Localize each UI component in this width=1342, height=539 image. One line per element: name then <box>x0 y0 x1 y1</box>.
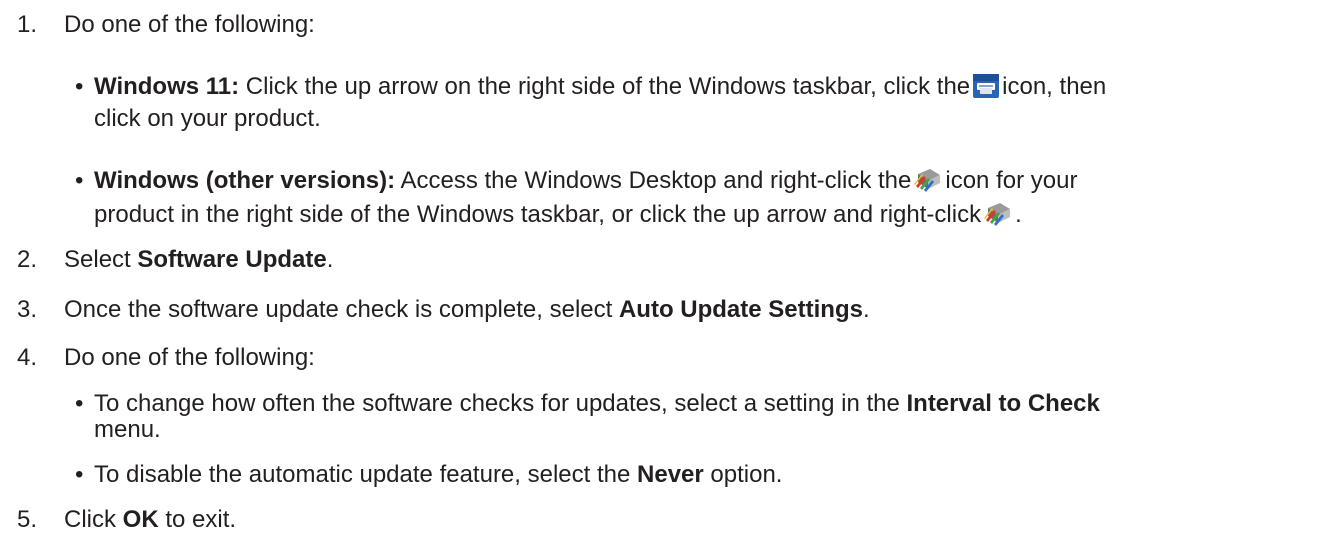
step-text: Click OK to exit. <box>64 506 237 533</box>
document-page: 1. Do one of the following: • Windows 11… <box>0 0 1342 539</box>
step-number: 4. <box>17 344 38 371</box>
epson-software-updater-icon <box>914 166 942 200</box>
step-number: 3. <box>17 296 38 323</box>
bullet-marker: • <box>75 390 84 417</box>
bullet-heading: Windows 11: <box>94 73 240 100</box>
bullet-text: To disable the automatic update feature,… <box>94 461 783 488</box>
step-number: 2. <box>17 246 38 273</box>
bullet-text-line2: menu. <box>94 416 161 443</box>
step-text: Do one of the following: <box>64 11 315 38</box>
bullet-text-line2: product in the right side of the Windows… <box>94 200 1022 234</box>
bullet-text-line2: click on your product. <box>94 105 321 132</box>
bullet-marker: • <box>75 167 84 194</box>
bullet-text: Windows 11: Click the up arrow on the ri… <box>94 72 1106 106</box>
bullet-text: To change how often the software checks … <box>94 390 1100 417</box>
bullet-text: Windows (other versions): Access the Win… <box>94 166 1077 200</box>
bullet-marker: • <box>75 73 84 100</box>
step-number: 5. <box>17 506 38 533</box>
bullet-heading: Windows (other versions): <box>94 167 396 194</box>
bullet-marker: • <box>75 461 84 488</box>
step-text: Once the software update check is comple… <box>64 296 870 323</box>
epson-software-updater-icon <box>984 200 1012 234</box>
step-text: Select Software Update. <box>64 246 334 273</box>
step-number: 1. <box>17 11 38 38</box>
step-text: Do one of the following: <box>64 344 315 371</box>
printer-tray-icon <box>973 74 1000 106</box>
